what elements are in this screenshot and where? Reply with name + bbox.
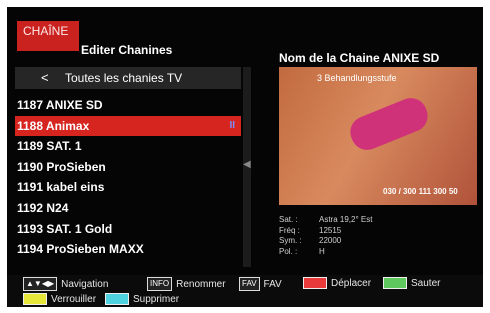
green-button-icon xyxy=(383,277,407,289)
channel-list-title: Toutes les chanies TV xyxy=(65,71,183,85)
help-label: Déplacer xyxy=(331,277,372,289)
channel-item[interactable]: 1191 kabel eins xyxy=(15,177,241,198)
channel-label: 1193 SAT. 1 Gold xyxy=(17,221,113,236)
arrow-keys-icon: ▲▼◀▶ xyxy=(23,277,58,291)
help-fav: FAV FAV xyxy=(239,277,282,291)
info-key-icon: INFO xyxy=(147,277,173,291)
cyan-button-icon xyxy=(105,293,129,305)
info-value: Astra 19,2° Est xyxy=(319,215,373,224)
menu-badge: CHAÎNE xyxy=(17,21,79,51)
help-label: Renommer xyxy=(176,278,226,290)
help-label: Navigation xyxy=(61,278,109,290)
channel-label: 1188 Animax xyxy=(17,118,90,133)
channel-label: 1192 N24 xyxy=(17,200,69,215)
preview-phone: 030 / 300 111 300 50 xyxy=(383,187,458,196)
help-move: Déplacer xyxy=(303,277,371,289)
channel-item[interactable]: 1190 ProSieben xyxy=(15,157,241,178)
help-lock: Verrouiller xyxy=(23,293,96,305)
info-key: Sat. : xyxy=(279,215,298,224)
help-delete: Supprimer xyxy=(105,293,179,305)
help-label: FAV xyxy=(263,278,282,290)
channel-item[interactable]: 1194 ProSieben MAXX xyxy=(15,239,241,260)
preview-text: 3 Behandlungsstufe xyxy=(317,73,397,83)
help-skip: Sauter xyxy=(383,277,440,289)
channel-item[interactable]: 1192 N24 xyxy=(15,198,241,219)
menu-badge-label: CHAÎNE xyxy=(23,24,69,38)
transponder-info: Sat. : Astra 19,2° Est Fréq : 12515 Sym. :… xyxy=(279,215,372,257)
help-label: Sauter xyxy=(411,277,441,289)
tv-screen: CHAÎNE Editer Chanines < Toutes les chan… xyxy=(7,7,483,307)
preview-image-shape xyxy=(345,93,433,155)
channel-item[interactable]: 1187 ANIXE SD xyxy=(15,95,241,116)
channel-item-selected[interactable]: 1188 Animax II xyxy=(15,115,241,137)
pause-icon: II xyxy=(229,119,235,131)
help-navigation: ▲▼◀▶ Navigation xyxy=(23,277,108,291)
channel-list-header[interactable]: < Toutes les chanies TV xyxy=(15,67,241,89)
channel-list: 1187 ANIXE SD 1188 Animax II 1189 SAT. 1… xyxy=(15,95,241,260)
help-rename: INFO Renommer xyxy=(147,277,226,291)
page-title: Editer Chanines xyxy=(81,43,173,57)
chevron-left-icon: ◀ xyxy=(243,159,251,170)
channel-label: 1191 kabel eins xyxy=(17,180,105,195)
video-preview: 3 Behandlungsstufe 030 / 300 111 300 50 xyxy=(279,67,477,205)
channel-item[interactable]: 1189 SAT. 1 xyxy=(15,136,241,157)
help-label: Supprimer xyxy=(133,293,180,305)
info-key: Fréq : xyxy=(279,225,300,235)
info-key: Pol. : xyxy=(279,246,298,256)
help-bar: ▲▼◀▶ Navigation INFO Renommer FAV FAV Dé… xyxy=(7,275,483,307)
info-value: H xyxy=(319,246,325,256)
channel-item[interactable]: 1193 SAT. 1 Gold xyxy=(15,219,241,240)
channel-label: 1187 ANIXE SD xyxy=(17,98,103,112)
help-label: Verrouiller xyxy=(51,293,97,305)
channel-name-title: Nom de la Chaine ANIXE SD xyxy=(279,51,440,65)
panel-divider: ◀ xyxy=(243,67,251,267)
info-value: 12515 xyxy=(319,225,342,235)
red-button-icon xyxy=(303,277,327,289)
channel-label: 1189 SAT. 1 xyxy=(17,139,82,154)
chevron-left-icon[interactable]: < xyxy=(41,70,49,85)
channel-label: 1190 ProSieben xyxy=(17,159,106,174)
channel-label: 1194 ProSieben MAXX xyxy=(17,242,144,257)
fav-key-icon: FAV xyxy=(239,277,260,291)
yellow-button-icon xyxy=(23,293,47,305)
info-value: 22000 xyxy=(319,236,342,245)
info-key: Sym. : xyxy=(279,236,302,245)
